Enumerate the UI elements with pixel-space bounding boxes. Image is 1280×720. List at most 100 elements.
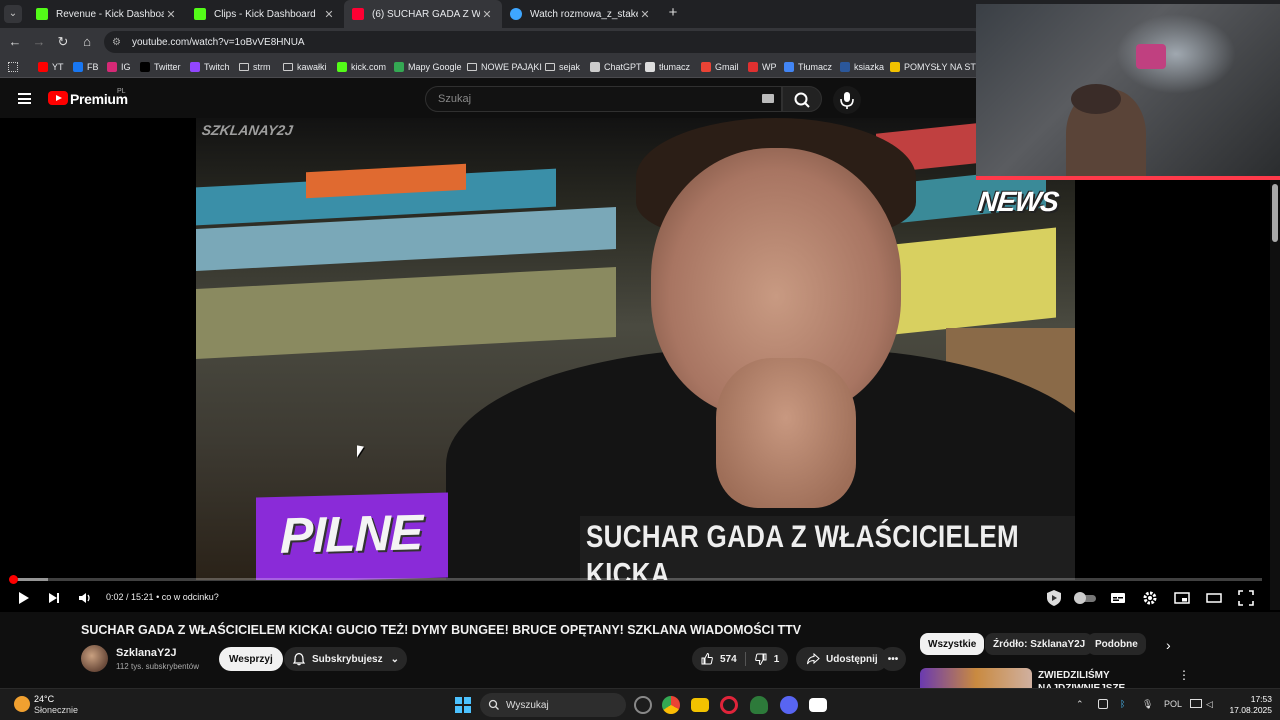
bookmark-item[interactable]: ksiazka	[840, 60, 884, 74]
bookmark-item[interactable]: ChatGPT	[590, 60, 642, 74]
youtube-logo-icon[interactable]	[48, 91, 68, 105]
file-explorer-icon[interactable]	[691, 698, 709, 712]
scrollbar-thumb[interactable]	[1272, 184, 1278, 242]
site-info-icon[interactable]: ⚙	[112, 37, 124, 48]
back-icon[interactable]: ←	[6, 33, 24, 51]
menu-icon[interactable]	[18, 93, 31, 104]
bookmark-item[interactable]: Gmail	[701, 60, 739, 74]
network-icon[interactable]	[1190, 699, 1202, 708]
scrubber-handle[interactable]	[8, 575, 18, 584]
bookmark-item[interactable]: strm	[239, 60, 271, 74]
bookmark-item[interactable]: Tłumacz	[784, 60, 832, 74]
close-tab-icon[interactable]: ✕	[638, 8, 652, 21]
translate-icon	[784, 62, 794, 72]
bookmark-label: Gmail	[715, 62, 739, 72]
weather-sun-icon[interactable]	[14, 696, 30, 712]
home-icon[interactable]: ⌂	[78, 33, 96, 51]
miniplayer-button[interactable]	[1172, 588, 1192, 608]
volume-tray-icon[interactable]: ◁	[1206, 699, 1213, 710]
bookmark-item[interactable]: IG	[107, 60, 131, 74]
subscribed-button[interactable]: Subskrybujesz ⌄	[284, 647, 407, 671]
chevron-right-icon[interactable]: ›	[1166, 637, 1171, 653]
more-actions-button[interactable]: •••	[880, 647, 906, 671]
search-input[interactable]: Szukaj	[425, 86, 782, 112]
bookmark-item[interactable]: tłumacz	[645, 60, 690, 74]
theater-mode-button[interactable]	[1204, 588, 1224, 608]
dislike-button[interactable]: 1	[754, 652, 779, 666]
bookmark-item[interactable]: FB	[73, 60, 99, 74]
shield-app-icon[interactable]	[750, 696, 768, 714]
bookmark-item[interactable]: Twitter	[140, 60, 181, 74]
chapter-label[interactable]: • co w odcinku?	[156, 592, 219, 602]
youtube-favicon-icon	[352, 8, 364, 20]
apps-icon[interactable]	[8, 60, 18, 74]
opera-app-icon[interactable]	[720, 696, 738, 714]
like-button[interactable]: 574	[692, 652, 737, 666]
discord-app-icon[interactable]	[780, 696, 798, 714]
capcut-app-icon[interactable]	[809, 698, 827, 712]
bookmark-item[interactable]: Mapy Google	[394, 60, 462, 74]
support-button[interactable]: Wesprzyj	[219, 647, 283, 671]
chip-source[interactable]: Źródło: SzklanaY2J	[985, 633, 1094, 655]
reload-icon[interactable]: ↻	[54, 33, 72, 51]
bookmark-item[interactable]: kawałki	[283, 60, 327, 74]
kebab-menu-icon[interactable]: ⋮	[1178, 668, 1190, 682]
weather-description[interactable]: Słonecznie	[34, 705, 78, 715]
page-scrollbar[interactable]	[1270, 180, 1280, 610]
channel-avatar[interactable]	[81, 645, 108, 672]
browser-tab[interactable]: Revenue - Kick Dashboard ✕	[28, 0, 186, 28]
play-button[interactable]	[13, 588, 33, 608]
weather-temperature[interactable]: 24°C	[34, 694, 54, 704]
bookmark-item[interactable]: kick.com	[337, 60, 386, 74]
progress-bar[interactable]	[8, 575, 1262, 584]
bookmark-item[interactable]: YT	[38, 60, 64, 74]
bookmark-label: strm	[253, 62, 271, 72]
video-player[interactable]: SZKLANAY2J PILNE SUCHAR GADA Z WŁAŚCICIE…	[0, 118, 1280, 612]
bookmark-item[interactable]: sejak	[545, 60, 580, 74]
mute-button[interactable]	[75, 588, 95, 608]
search-button[interactable]	[782, 86, 822, 112]
autoplay-toggle[interactable]	[1074, 588, 1096, 608]
channel-watermark: SZKLANAY2J	[200, 122, 294, 138]
chip-all[interactable]: Wszystkie	[920, 633, 985, 655]
bluetooth-icon[interactable]: ᛒ	[1120, 699, 1125, 709]
chrome-app-icon[interactable]	[662, 696, 680, 714]
taskbar-search[interactable]: Wyszukaj	[480, 693, 626, 717]
start-button[interactable]	[455, 697, 471, 713]
sponsor-shield-button[interactable]	[1044, 588, 1064, 608]
search-icon	[488, 699, 499, 710]
browser-tab[interactable]: Watch rozmowa_z_stake | Streams ✕	[502, 0, 660, 28]
recommendation-thumbnail[interactable]	[920, 668, 1032, 688]
tray-app-icon[interactable]	[1098, 699, 1108, 709]
chip-related[interactable]: Podobne	[1087, 633, 1146, 655]
browser-tab-active[interactable]: (6) SUCHAR GADA Z WŁAŚCICIELEM KICKA! ✕	[344, 0, 502, 28]
clock-date[interactable]: 17.08.2025	[1222, 705, 1272, 715]
browser-tab[interactable]: Clips - Kick Dashboard ✕	[186, 0, 344, 28]
gmail-icon	[701, 62, 711, 72]
obs-app-icon[interactable]	[634, 696, 652, 714]
close-tab-icon[interactable]: ✕	[322, 8, 336, 21]
bookmark-item[interactable]: Twitch	[190, 60, 230, 74]
language-indicator[interactable]: POL	[1164, 699, 1182, 709]
bookmark-item[interactable]: NOWE PAJĄKI	[467, 60, 542, 74]
fullscreen-button[interactable]	[1236, 588, 1256, 608]
share-button[interactable]: Udostępnij	[796, 647, 888, 671]
forward-icon[interactable]: →	[30, 33, 48, 51]
microphone-tray-icon[interactable]: 🎙	[1142, 699, 1153, 710]
keyboard-icon[interactable]	[762, 94, 774, 103]
video-frame[interactable]: SZKLANAY2J PILNE SUCHAR GADA Z WŁAŚCICIE…	[196, 118, 1075, 580]
close-tab-icon[interactable]: ✕	[164, 8, 178, 21]
bookmark-item[interactable]: WP	[748, 60, 777, 74]
address-bar[interactable]: ⚙ youtube.com/watch?v=1oBvVE8HNUA	[104, 31, 984, 53]
voice-search-button[interactable]	[833, 86, 861, 114]
folder-icon	[545, 63, 555, 71]
tab-search-menu-icon[interactable]: ⌄	[4, 5, 22, 23]
channel-name[interactable]: SzklanaY2J	[116, 647, 177, 659]
close-tab-icon[interactable]: ✕	[480, 8, 494, 21]
next-button[interactable]	[44, 588, 64, 608]
subtitles-button[interactable]	[1108, 588, 1128, 608]
tray-overflow-icon[interactable]: ⌃	[1076, 699, 1084, 710]
clock-time[interactable]: 17:53	[1232, 694, 1272, 704]
new-tab-icon[interactable]: +	[664, 5, 682, 23]
settings-button[interactable]	[1140, 588, 1160, 608]
